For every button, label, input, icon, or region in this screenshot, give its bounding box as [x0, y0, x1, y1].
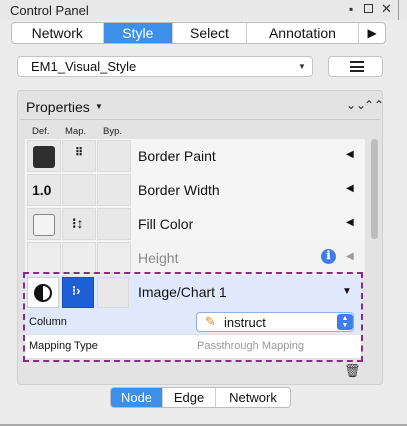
mapping-cell: [62, 242, 96, 274]
property-label: Height: [138, 250, 179, 266]
properties-menu-arrow-icon[interactable]: ▼: [95, 102, 103, 111]
hamburger-icon: [350, 61, 364, 72]
continuous-mapping-icon: ⁝↕: [72, 215, 84, 231]
properties-panel: Properties ▼ ⌄⌄ ⌃⌃ Def. Map. Byp. ⠿ Bord…: [17, 90, 384, 385]
scrollbar[interactable]: [371, 139, 378, 239]
property-label: Border Width: [138, 182, 220, 198]
bypass-cell[interactable]: [97, 174, 131, 206]
visual-style-dropdown[interactable]: EM1_Visual_Style ▼: [17, 56, 313, 77]
default-value-cell[interactable]: [27, 208, 61, 240]
bypass-cell: [97, 242, 131, 274]
property-row-fill-color: ⁝↕ Fill Color ◀: [25, 207, 365, 241]
property-row-height: Height ℹ ◀: [25, 241, 365, 275]
tab-style[interactable]: Style: [103, 23, 174, 43]
property-label: Border Paint: [138, 148, 216, 164]
color-swatch-dark: [33, 146, 55, 168]
column-header-map: Map.: [65, 126, 87, 137]
tab-annotation[interactable]: Annotation: [247, 23, 360, 43]
default-value-cell[interactable]: [27, 140, 61, 172]
expand-all-icon[interactable]: ⌃⌃: [364, 98, 384, 112]
tab-node[interactable]: Node: [111, 388, 163, 407]
header-divider: [20, 119, 380, 120]
minimize-icon[interactable]: ▪: [349, 2, 353, 16]
bypass-cell[interactable]: [97, 208, 131, 240]
property-row-border-paint: ⠿ Border Paint ◀: [25, 139, 365, 173]
style-options-button[interactable]: [328, 56, 383, 77]
discrete-mapping-icon: ⠿: [75, 147, 83, 159]
trash-icon[interactable]: 🗑: [344, 363, 361, 379]
tab-edge[interactable]: Edge: [163, 388, 216, 407]
object-type-tabs: Node Edge Network: [110, 387, 291, 408]
title-bar: Control Panel ▪ ✕: [0, 0, 407, 20]
bypass-cell[interactable]: [97, 140, 131, 172]
properties-title[interactable]: Properties: [26, 99, 90, 115]
dropdown-arrow-icon: ▼: [298, 62, 306, 71]
expand-arrow-icon[interactable]: ◀: [346, 217, 354, 228]
property-label: Fill Color: [138, 216, 194, 232]
info-icon[interactable]: ℹ: [321, 249, 336, 264]
tab-select[interactable]: Select: [173, 23, 247, 43]
expand-arrow-icon[interactable]: ◀: [346, 251, 354, 262]
mapping-cell[interactable]: ⠿: [62, 140, 96, 172]
panel-title: Control Panel: [10, 3, 89, 18]
expand-arrow-icon[interactable]: ◀: [346, 183, 354, 194]
visual-style-value: EM1_Visual_Style: [31, 59, 137, 74]
default-value: 1.0: [32, 182, 52, 198]
tab-network-bottom[interactable]: Network: [216, 388, 290, 407]
tab-network[interactable]: Network: [12, 23, 104, 43]
mapping-cell[interactable]: [62, 174, 96, 206]
color-swatch-light: [33, 214, 55, 236]
expand-arrow-icon[interactable]: ◀: [346, 149, 354, 160]
properties-header: Properties ▼ ⌄⌄ ⌃⌃: [18, 91, 384, 121]
maximize-icon[interactable]: [364, 4, 373, 13]
property-row-border-width: 1.0 Border Width ◀: [25, 173, 365, 207]
title-divider: [398, 0, 399, 20]
default-value-cell[interactable]: 1.0: [27, 174, 61, 206]
panel-tabs: Network Style Select Annotation ▶: [11, 22, 386, 44]
column-header-byp: Byp.: [103, 126, 123, 137]
mapping-cell[interactable]: ⁝↕: [62, 208, 96, 240]
more-tabs-icon[interactable]: ▶: [359, 23, 385, 43]
column-header-def: Def.: [32, 126, 50, 137]
close-icon[interactable]: ✕: [381, 1, 392, 17]
default-value-cell: [27, 242, 61, 274]
highlight-outline: [23, 272, 363, 362]
